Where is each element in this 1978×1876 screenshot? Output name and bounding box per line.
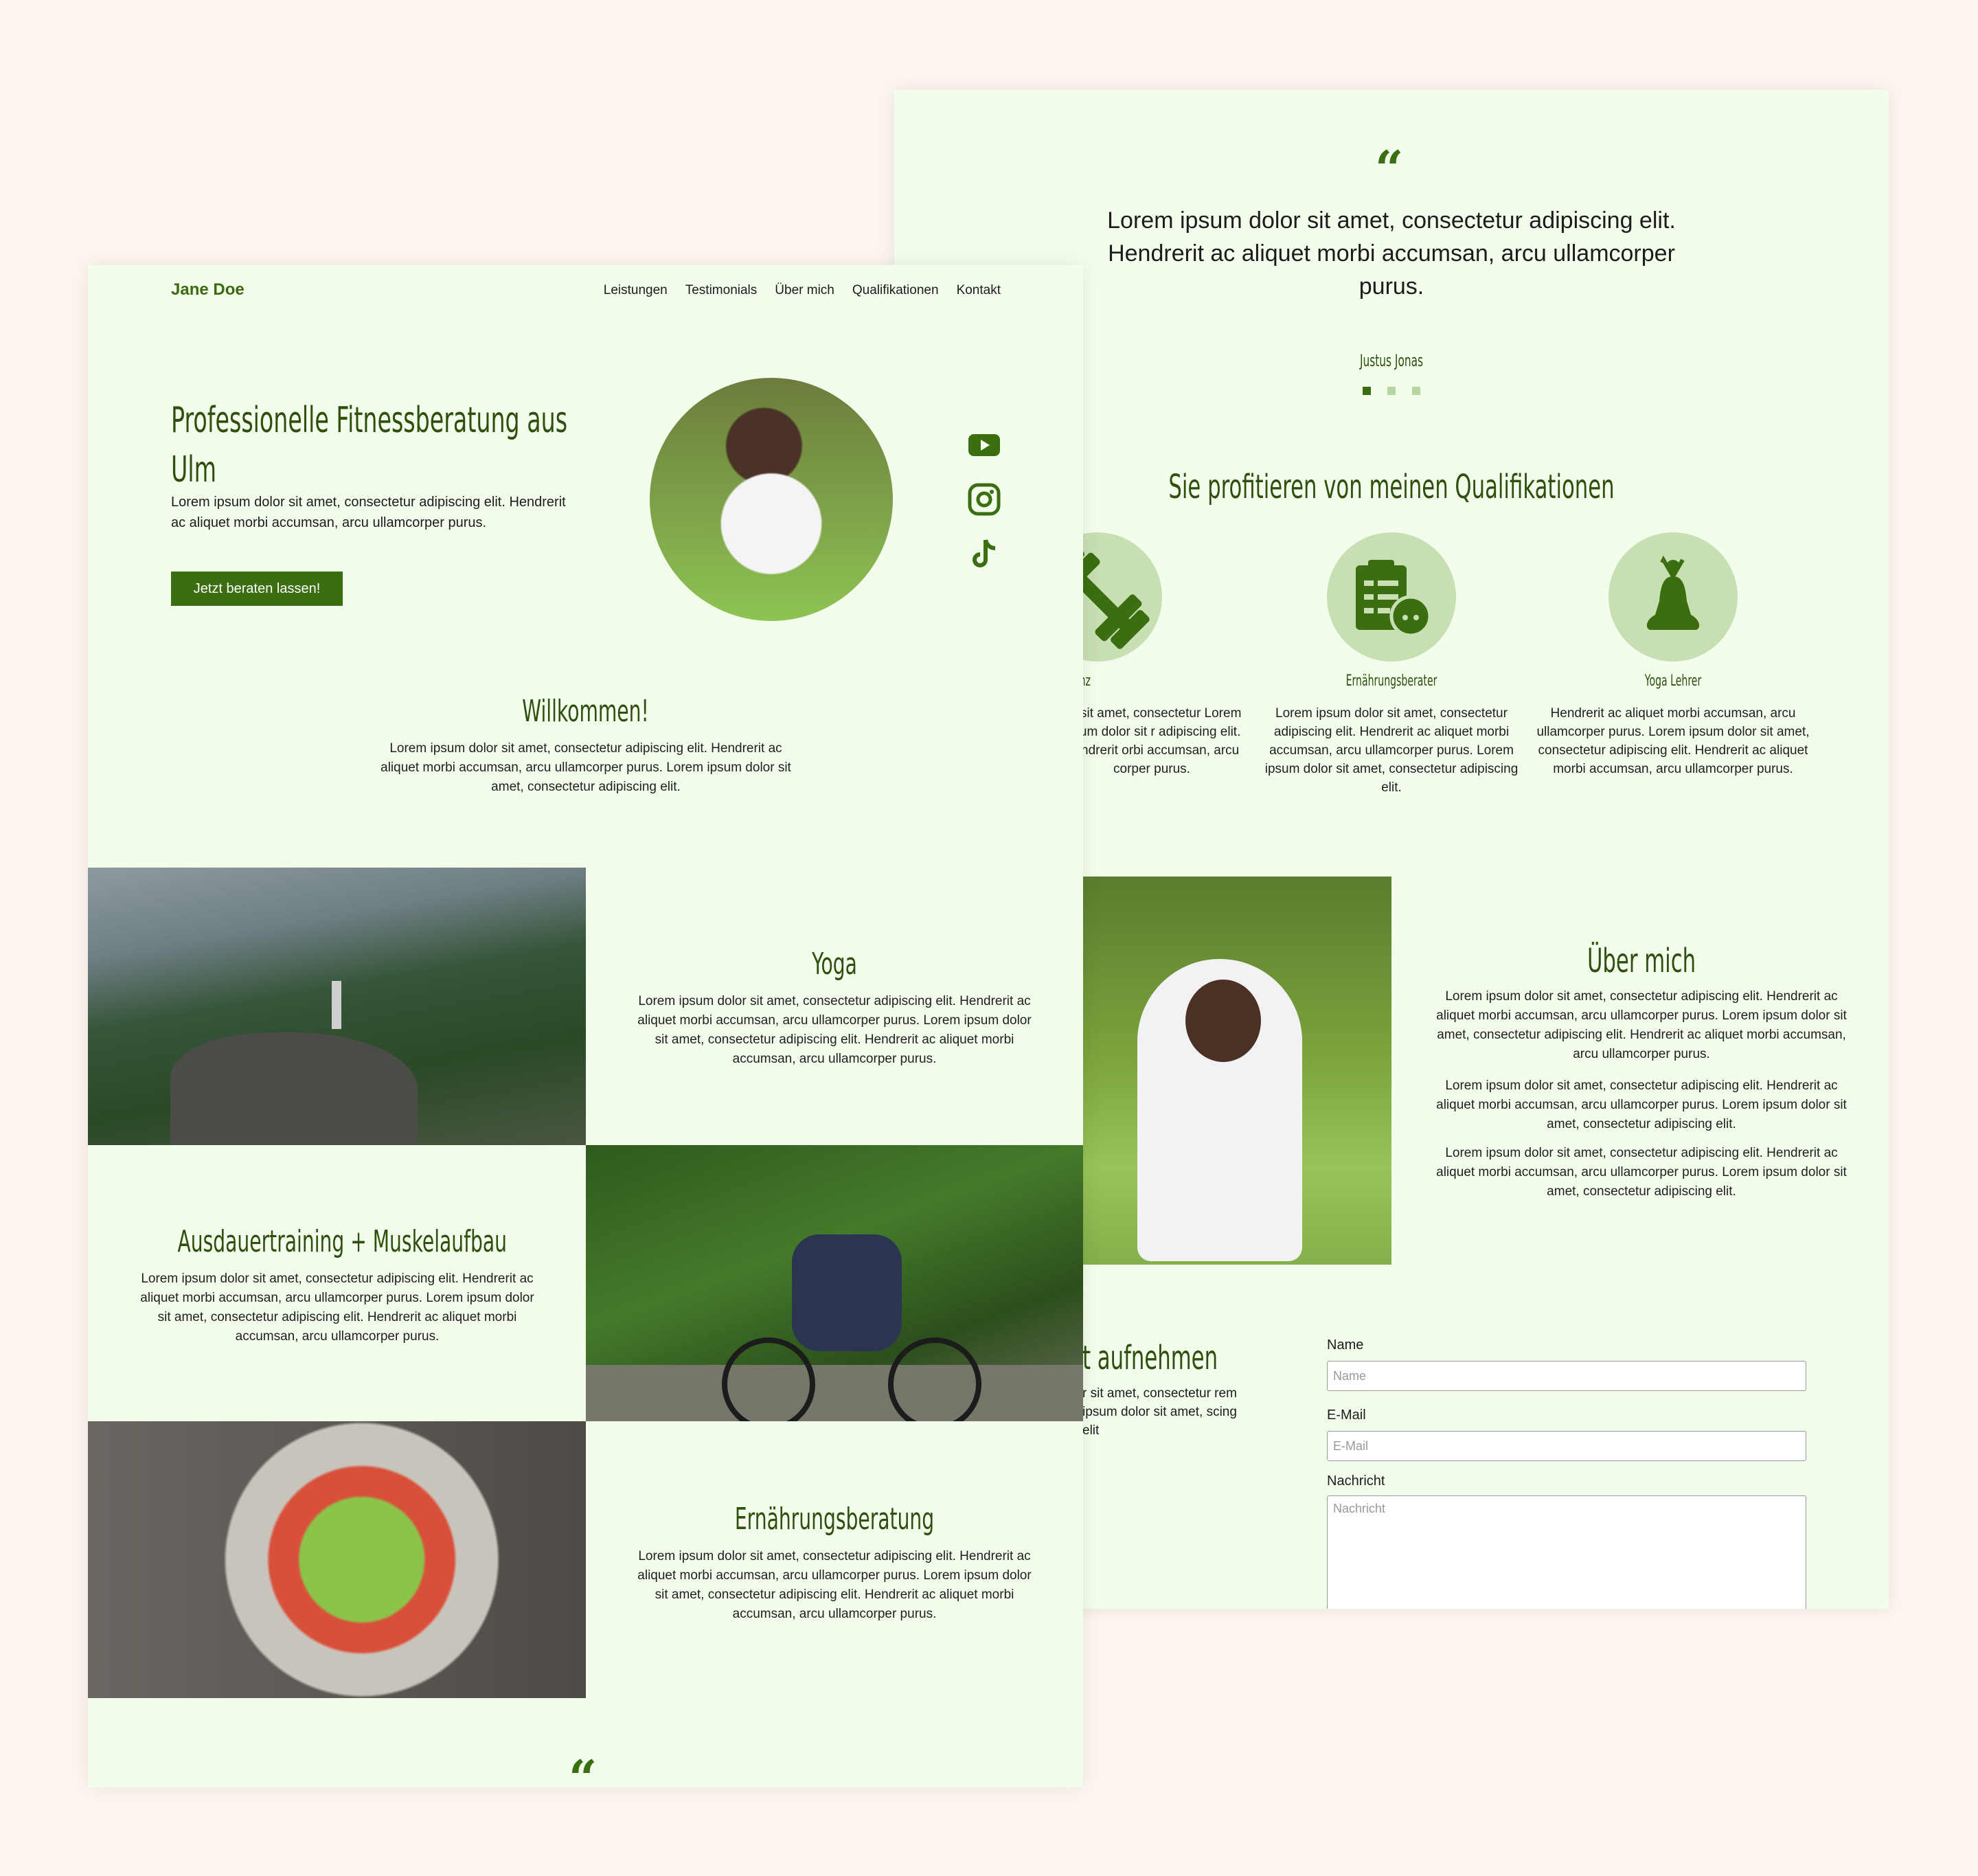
site-logo[interactable]: Jane Doe xyxy=(171,280,245,300)
yoga-photo xyxy=(88,868,586,1145)
email-label: E-Mail xyxy=(1327,1408,1366,1423)
instagram-icon[interactable] xyxy=(967,482,1001,517)
qualification-text: lor sit amet, consectetur Lorem ipsum do… xyxy=(1062,706,1242,776)
front-page-preview: Jane Doe Leistungen Testimonials Über mi… xyxy=(88,265,1083,1787)
name-label: Name xyxy=(1327,1337,1364,1353)
youtube-icon[interactable] xyxy=(967,427,1001,462)
cta-button[interactable]: Jetzt beraten lassen! xyxy=(171,572,343,606)
hero-portrait xyxy=(650,378,893,621)
tiktok-icon[interactable] xyxy=(967,537,1001,572)
about-paragraph: Lorem ipsum dolor sit amet, consectetur … xyxy=(1436,1078,1847,1131)
service-title: Ernährungsberatung xyxy=(734,1502,935,1537)
qualification-text: Hendrerit ac aliquet morbi accumsan, arc… xyxy=(1536,706,1810,776)
welcome-title: Willkommen! xyxy=(522,694,649,729)
service-text: Lorem ipsum dolor sit amet, consectetur … xyxy=(637,994,1032,1066)
cycling-photo xyxy=(586,1145,1083,1421)
about-paragraph: Lorem ipsum dolor sit amet, consectetur … xyxy=(1436,1146,1847,1199)
hero-text: Lorem ipsum dolor sit amet, consectetur … xyxy=(171,495,566,530)
qualification-title: Ernährungsberater xyxy=(1345,673,1437,690)
qualifications-title: Sie profitieren von meinen Qualifikation… xyxy=(1168,468,1615,506)
contact-title: t aufnehmen xyxy=(1082,1339,1218,1377)
nutrition-photo xyxy=(88,1421,586,1698)
qualification-circle xyxy=(1608,532,1738,662)
service-title: Ausdauertraining + Muskelaufbau xyxy=(177,1224,508,1259)
nav-item-ueber-mich[interactable]: Über mich xyxy=(775,283,834,298)
about-title: Über mich xyxy=(1587,942,1696,980)
nutrition-plan-icon xyxy=(1356,560,1432,637)
name-input[interactable] xyxy=(1327,1361,1806,1391)
message-label: Nachricht xyxy=(1327,1473,1385,1489)
service-text: Lorem ipsum dolor sit amet, consectetur … xyxy=(140,1272,534,1344)
qualification-text: Lorem ipsum dolor sit amet, consectetur … xyxy=(1264,706,1519,795)
qualification-title: Yoga Lehrer xyxy=(1644,673,1702,690)
contact-text: r sit amet, consectetur rem ipsum dolor … xyxy=(1082,1386,1237,1438)
service-text: Lorem ipsum dolor sit amet, consectetur … xyxy=(637,1549,1032,1621)
message-textarea[interactable] xyxy=(1327,1495,1806,1609)
pagination-dot[interactable] xyxy=(1363,387,1371,395)
welcome-text: Lorem ipsum dolor sit amet, consectetur … xyxy=(380,741,791,794)
nav-item-testimonials[interactable]: Testimonials xyxy=(685,283,758,298)
quote-mark-icon: “ xyxy=(1375,139,1404,198)
quote-mark-icon: “ xyxy=(569,1749,598,1787)
nav-item-qualifikationen[interactable]: Qualifikationen xyxy=(852,283,939,298)
nav-item-kontakt[interactable]: Kontakt xyxy=(957,283,1001,298)
email-input[interactable] xyxy=(1327,1431,1806,1461)
about-photo xyxy=(1082,877,1391,1265)
service-title: Yoga xyxy=(812,947,857,982)
nav-item-leistungen[interactable]: Leistungen xyxy=(604,283,668,298)
pagination-dot[interactable] xyxy=(1387,387,1396,395)
about-paragraph: Lorem ipsum dolor sit amet, consectetur … xyxy=(1436,989,1847,1061)
testimonial-pagination xyxy=(1363,387,1420,395)
qualification-circle xyxy=(1327,532,1456,662)
main-nav: Leistungen Testimonials Über mich Qualif… xyxy=(604,283,1001,298)
pagination-dot[interactable] xyxy=(1412,387,1420,395)
testimonial-author: Justus Jonas xyxy=(1360,351,1423,370)
yoga-icon xyxy=(1646,555,1700,630)
hero-title: Professionelle Fitnessberatung aus Ulm xyxy=(171,400,568,490)
